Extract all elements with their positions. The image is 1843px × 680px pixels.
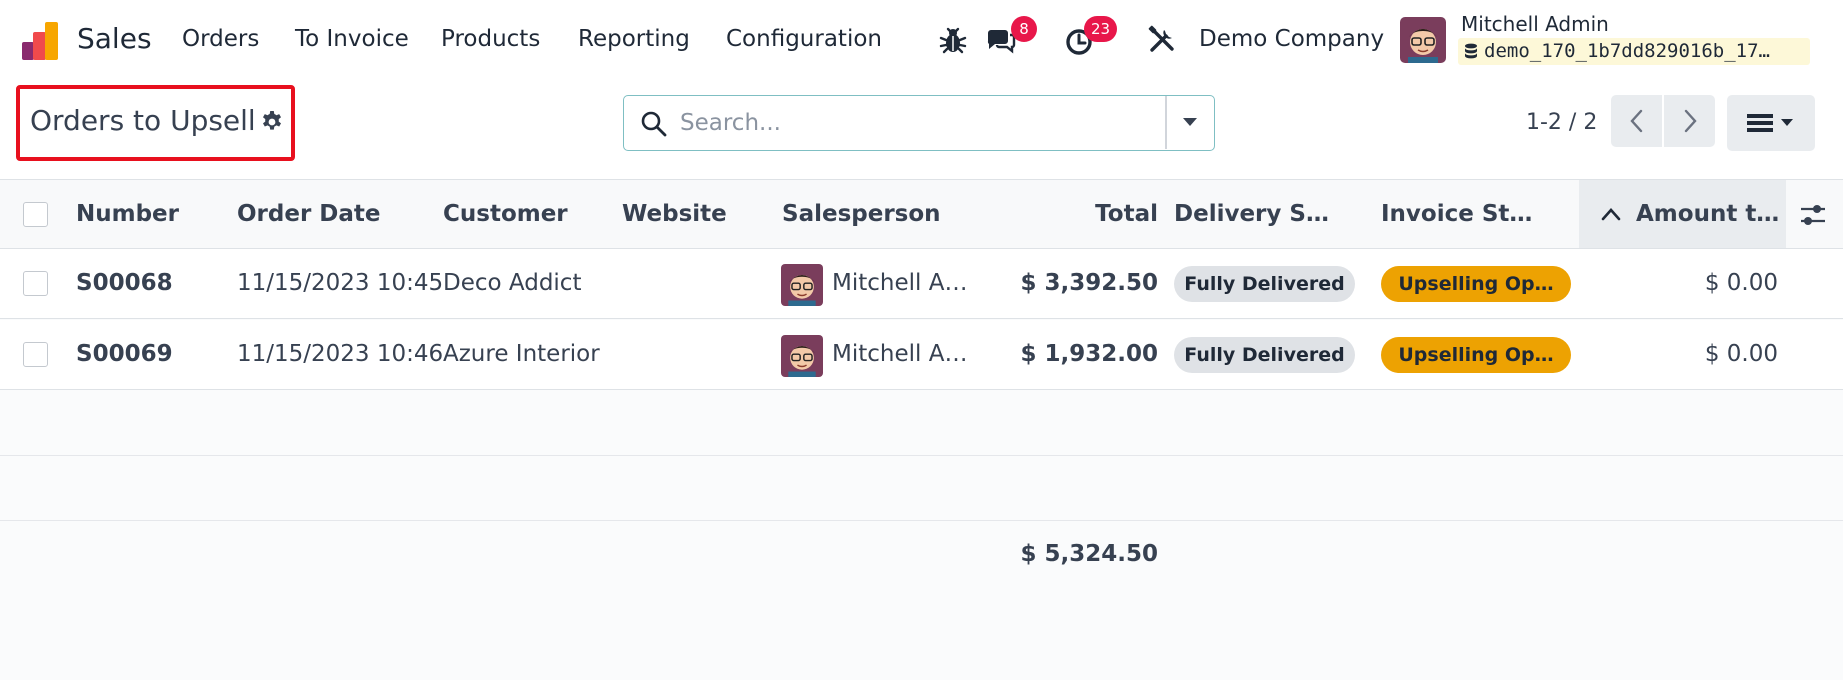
top-navbar: Sales Orders To Invoice Products Reporti…: [0, 0, 1843, 82]
database-icon: [1465, 43, 1477, 59]
user-avatar[interactable]: [1400, 17, 1446, 63]
invoice-status-badge: Upselling Op…: [1381, 337, 1571, 373]
salesperson-avatar[interactable]: [781, 335, 823, 377]
database-name: demo_170_1b7dd829016b_17…: [1484, 40, 1770, 62]
database-chip: demo_170_1b7dd829016b_17…: [1458, 38, 1810, 65]
delivery-status-badge: Fully Delivered: [1174, 337, 1355, 373]
cell-order-date: 11/15/2023 10:45: [237, 270, 444, 296]
cell-total: $ 1,932.00: [1020, 341, 1158, 367]
cell-number: S00069: [76, 341, 173, 367]
pager-previous-button[interactable]: [1611, 95, 1662, 147]
row-checkbox[interactable]: [23, 271, 48, 296]
app-name[interactable]: Sales: [77, 22, 152, 55]
debug-bug-icon[interactable]: [937, 24, 969, 56]
optional-columns-sliders-icon[interactable]: [1799, 202, 1827, 228]
menu-to-invoice[interactable]: To Invoice: [295, 26, 409, 52]
search-icon: [641, 111, 667, 137]
list-header: Number Order Date Customer Website Sales…: [0, 179, 1843, 249]
page-title: Orders to Upsell: [30, 104, 256, 137]
chevron-left-icon: [1630, 109, 1643, 133]
col-delivery-status[interactable]: Delivery S…: [1174, 201, 1329, 227]
user-name[interactable]: Mitchell Admin: [1461, 12, 1609, 36]
col-amount[interactable]: Amount t…: [1636, 201, 1779, 227]
empty-row: [0, 456, 1843, 521]
menu-orders[interactable]: Orders: [182, 26, 259, 52]
empty-row: [0, 391, 1843, 456]
salesperson-avatar[interactable]: [781, 264, 823, 306]
company-switcher[interactable]: Demo Company: [1199, 26, 1384, 52]
row-checkbox[interactable]: [23, 342, 48, 367]
menu-configuration[interactable]: Configuration: [726, 26, 882, 52]
cell-salesperson: Mitchell A…: [832, 341, 968, 367]
table-row[interactable]: S00069 11/15/2023 10:46 Azure Interior M…: [0, 320, 1843, 390]
chevron-right-icon: [1684, 109, 1697, 133]
sales-app-logo-icon[interactable]: [20, 20, 62, 62]
orders-list: Number Order Date Customer Website Sales…: [0, 179, 1843, 680]
salesperson-avatar-icon: [781, 335, 823, 377]
total-sum: $ 5,324.50: [1020, 541, 1158, 567]
col-website[interactable]: Website: [622, 201, 727, 227]
search-input[interactable]: [680, 104, 1080, 142]
pager-next-button[interactable]: [1664, 95, 1715, 147]
activities-badge: 23: [1084, 16, 1118, 42]
menu-products[interactable]: Products: [441, 26, 540, 52]
list-view-icon: [1747, 114, 1793, 132]
search-bar: [623, 95, 1215, 151]
menu-reporting[interactable]: Reporting: [578, 26, 690, 52]
settings-tools-icon[interactable]: [1146, 24, 1178, 56]
action-gear-icon[interactable]: [260, 110, 284, 134]
col-customer[interactable]: Customer: [443, 201, 568, 227]
cell-amount: $ 0.00: [1704, 270, 1778, 296]
pager-value[interactable]: 1-2 / 2: [1526, 110, 1597, 135]
delivery-status-badge: Fully Delivered: [1174, 266, 1355, 302]
user-avatar-icon: [1400, 17, 1446, 63]
caret-down-icon: [1183, 118, 1197, 126]
col-total[interactable]: Total: [1000, 201, 1158, 227]
cell-amount: $ 0.00: [1704, 341, 1778, 367]
sort-ascending-icon: [1601, 208, 1621, 221]
messages-badge: 8: [1011, 16, 1037, 42]
cell-customer: Deco Addict: [443, 270, 582, 296]
salesperson-avatar-icon: [781, 264, 823, 306]
col-order-date[interactable]: Order Date: [237, 201, 381, 227]
col-salesperson[interactable]: Salesperson: [782, 201, 941, 227]
search-options-toggle[interactable]: [1167, 96, 1214, 149]
cell-salesperson: Mitchell A…: [832, 270, 968, 296]
select-all-checkbox[interactable]: [23, 202, 48, 227]
cell-order-date: 11/15/2023 10:46: [237, 341, 444, 367]
cell-customer: Azure Interior: [443, 341, 600, 367]
table-row[interactable]: S00068 11/15/2023 10:45 Deco Addict Mitc…: [0, 249, 1843, 319]
cell-number: S00068: [76, 270, 173, 296]
cell-total: $ 3,392.50: [1020, 270, 1158, 296]
col-invoice-status[interactable]: Invoice St…: [1381, 201, 1532, 227]
col-number[interactable]: Number: [76, 201, 179, 227]
view-switcher-button[interactable]: [1727, 95, 1815, 151]
invoice-status-badge: Upselling Op…: [1381, 266, 1571, 302]
